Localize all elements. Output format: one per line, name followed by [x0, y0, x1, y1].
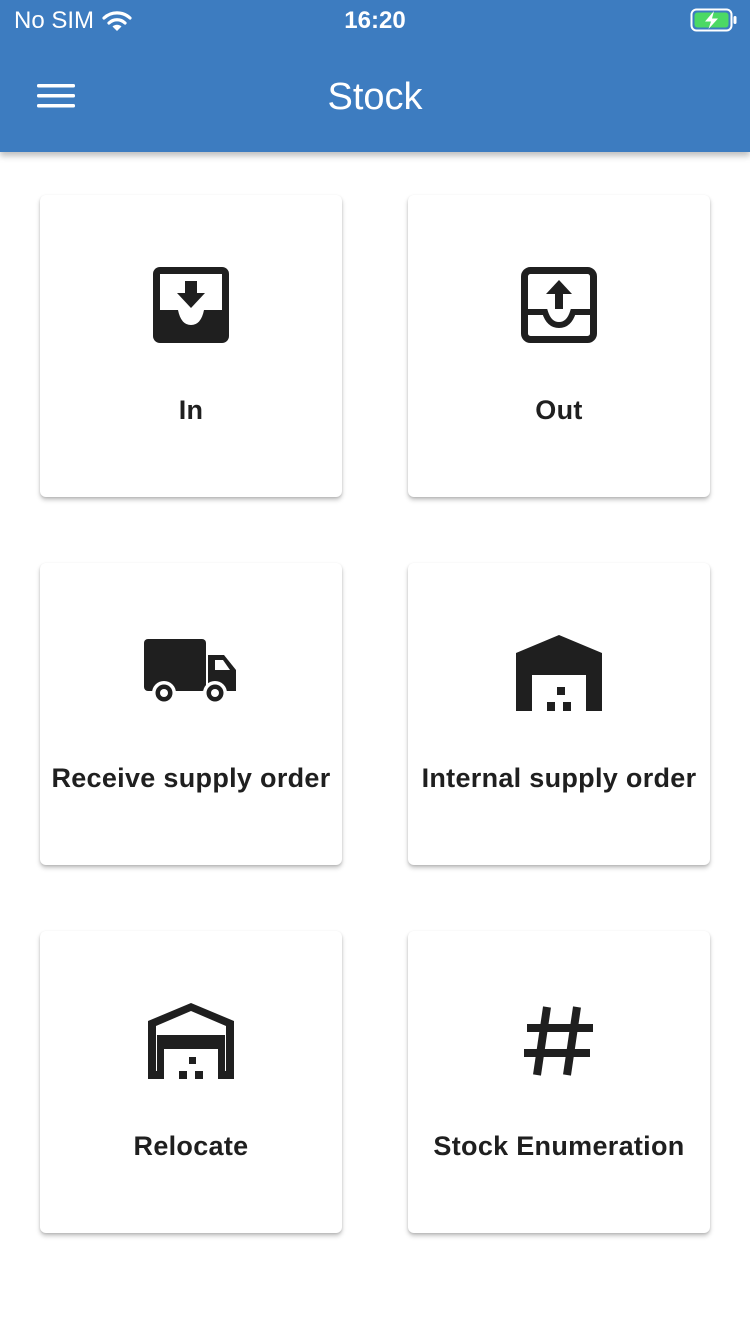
app-screen: No SIM 16:20 Stock In Out Receive supply…	[0, 0, 750, 1334]
tile-label-in: In	[178, 395, 204, 425]
header: No SIM 16:20 Stock	[0, 0, 750, 152]
truck-icon	[144, 639, 236, 705]
hashtag-icon	[524, 1006, 593, 1076]
tile-label-relocate: Relocate	[133, 1131, 249, 1161]
stock-actions-grid: In Out Receive supply order Internal sup…	[40, 195, 710, 1233]
battery-charging-icon	[690, 8, 737, 32]
tile-label-receive-supply-order: Receive supply order	[51, 763, 331, 793]
page-title: Stock	[327, 76, 423, 118]
warehouse-filled-icon	[516, 635, 602, 711]
tile-receive-supply-order[interactable]: Receive supply order	[40, 563, 342, 865]
tile-relocate[interactable]: Relocate	[40, 931, 342, 1233]
inbox-arrow-up-icon	[521, 267, 597, 343]
tile-label-stock-enumeration: Stock Enumeration	[433, 1131, 685, 1161]
tile-in[interactable]: In	[40, 195, 342, 497]
status-time: 16:20	[344, 7, 406, 34]
inbox-arrow-down-icon	[153, 267, 229, 343]
app-bar: Stock	[0, 40, 750, 152]
tile-label-out: Out	[535, 395, 583, 425]
tile-out[interactable]: Out	[408, 195, 710, 497]
tile-label-internal-supply-order: Internal supply order	[421, 763, 697, 793]
tile-internal-supply-order[interactable]: Internal supply order	[408, 563, 710, 865]
status-bar: No SIM 16:20	[0, 0, 750, 40]
tile-stock-enumeration[interactable]: Stock Enumeration	[408, 931, 710, 1233]
warehouse-outline-icon	[148, 1003, 234, 1079]
